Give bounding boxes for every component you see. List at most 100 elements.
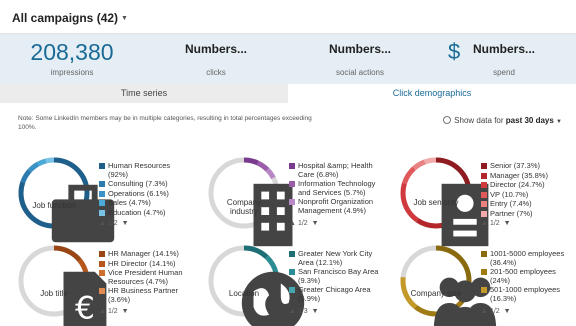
briefcase-icon — [44, 176, 115, 243]
donut-chart: Job seniority — [397, 154, 489, 247]
card-title: Job function — [32, 201, 76, 210]
legend-label: HR Manager (14.1%) — [108, 250, 179, 258]
stat-clicks-value: Numbers... — [184, 42, 247, 56]
legend-label: Consulting (7.3%) — [108, 179, 168, 188]
legend-label: Greater Chicago Area (5.9%) — [298, 285, 371, 303]
next-arrow-icon[interactable]: ▼ — [312, 220, 319, 227]
header-bar: All campaigns (42) ▼ — [0, 0, 576, 34]
next-arrow-icon[interactable]: ▼ — [504, 220, 511, 227]
stat-social-actions-value: Numbers... — [328, 42, 391, 56]
card-job-title: € Job title HR Manager (14.1%) HR Director … — [15, 242, 205, 326]
legend-label: Director (24.7%) — [490, 180, 545, 189]
prev-arrow-icon[interactable]: ▲ — [481, 308, 488, 315]
next-arrow-icon[interactable]: ▼ — [122, 308, 129, 315]
legend-item: San Francisco Bay Area (9.3%) — [289, 267, 379, 285]
donut-chart: Job function — [15, 154, 115, 243]
prev-arrow-icon[interactable]: ▲ — [99, 220, 106, 227]
tab-click-demographics[interactable]: Click demographics — [288, 84, 576, 103]
legend-swatch — [99, 260, 105, 267]
legend-item: VP (10.7%) — [481, 189, 571, 200]
pager[interactable]: ▲ 1/2 ▼ — [481, 220, 513, 227]
card-title: Company industry — [226, 198, 262, 216]
legend-item: HR Director (14.1%) — [99, 259, 189, 269]
legend-label: Partner (7%) — [490, 208, 533, 218]
next-arrow-icon[interactable]: ▼ — [312, 308, 319, 315]
legend-swatch — [481, 269, 487, 275]
legend-swatch — [289, 269, 295, 275]
legend-label: VP (10.7%) — [490, 189, 529, 199]
prev-arrow-icon[interactable]: ▲ — [481, 220, 488, 227]
date-range-value: past 30 days — [505, 116, 554, 125]
legend-swatch — [289, 181, 295, 187]
legend-swatch — [481, 163, 487, 169]
legend-swatch — [99, 200, 105, 206]
date-range-filter[interactable]: Show data for past 30 days ▼ — [443, 116, 562, 125]
legend-item: Greater New York City Area (12.1%) — [289, 250, 379, 267]
legend-swatch — [481, 182, 487, 188]
tab-time-series[interactable]: Time series — [0, 84, 288, 103]
legend-item: Entry (7.4%) — [481, 199, 571, 209]
legend-label: Vice President Human Resources (4.7%) — [108, 268, 183, 286]
legend-swatch — [99, 288, 105, 294]
legend-label: 1001-5000 employees (36.4%) — [490, 250, 565, 267]
card-company-industry: Company industry Hospital &amp; Health Ca… — [205, 154, 395, 247]
legend-item: Information Technology and Services (5.7… — [289, 179, 379, 197]
card-title: Company size — [410, 289, 462, 298]
legend-item: Consulting (7.3%) — [99, 179, 189, 189]
legend-label: 501-1000 employees (16.3%) — [490, 285, 561, 303]
legend-swatch — [289, 163, 295, 169]
donut-chart: Company industry — [205, 154, 293, 247]
prev-arrow-icon[interactable]: ▲ — [289, 308, 296, 315]
legend-swatch — [481, 210, 487, 217]
stat-impressions-value: 208,380 — [30, 39, 114, 65]
legend-item: HR Business Partner (3.6%) — [99, 286, 189, 304]
page-indicator: 1/2 — [107, 308, 118, 315]
legend: 1001-5000 employees (36.4%) 201-500 emplo… — [481, 250, 571, 306]
stat-impressions-label: impressions — [50, 68, 94, 77]
legend: HR Manager (14.1%) HR Director (14.1%) Vic… — [99, 250, 189, 306]
legend-label: Hospital &amp; Health Care (6.8%) — [298, 162, 373, 179]
legend-item: Operations (6.1%) — [99, 188, 189, 199]
stat-social-actions-label: social actions — [335, 68, 385, 77]
globe-icon — [234, 264, 305, 326]
campaign-selector-label: All campaigns (42) — [12, 11, 119, 25]
campaign-selector[interactable]: All campaigns (42) ▼ — [12, 11, 128, 25]
people-icon — [426, 264, 497, 326]
legend-label: Operations (6.1%) — [108, 188, 169, 198]
legend-item: Education (4.7%) — [99, 208, 189, 218]
legend-swatch — [99, 209, 105, 216]
legend-label: Information Technology and Services (5.7… — [298, 179, 376, 197]
stat-clicks-label: clicks — [206, 68, 226, 77]
stat-spend: $ Numbers... spend — [432, 34, 576, 84]
card-job-seniority: Job seniority Senior (37.3%) Manager (35.8… — [397, 154, 576, 247]
next-arrow-icon[interactable]: ▼ — [504, 308, 511, 315]
legend-swatch — [481, 287, 487, 293]
id-card-icon — [426, 176, 489, 247]
legend-item: Manager (35.8%) — [481, 170, 571, 181]
legend-item: Partner (7%) — [481, 208, 571, 219]
legend-swatch — [481, 191, 487, 198]
legend-item: Sales (4.7%) — [99, 198, 189, 208]
legend-swatch — [481, 251, 487, 257]
legend-label: 201-500 employees (24%) — [490, 267, 556, 285]
pager[interactable]: ▲ 1/3 ▼ — [289, 308, 321, 315]
pager[interactable]: ▲ 1/2 ▼ — [99, 308, 131, 315]
pager[interactable]: ▲ 1/2 ▼ — [289, 220, 321, 227]
legend-label: Sales (4.7%) — [108, 198, 151, 207]
legend-label: Manager (35.8%) — [490, 170, 548, 180]
legend: Senior (37.3%) Manager (35.8%) Director (2… — [481, 162, 571, 218]
donut-chart: Company size — [397, 242, 497, 326]
prev-arrow-icon[interactable]: ▲ — [99, 308, 106, 315]
legend-item: 201-500 employees (24%) — [481, 267, 571, 285]
building-icon — [234, 176, 293, 247]
legend-item: Greater Chicago Area (5.9%) — [289, 285, 379, 303]
date-range-prefix: Show data for — [454, 116, 504, 125]
prev-arrow-icon[interactable]: ▲ — [289, 220, 296, 227]
caret-down-icon: ▼ — [121, 15, 128, 23]
legend-swatch — [99, 181, 105, 187]
pager[interactable]: ▲ 1/2 ▼ — [481, 308, 513, 315]
pager[interactable]: ▲ 1/2 ▼ — [99, 220, 131, 227]
page-indicator: 1/2 — [489, 220, 500, 227]
legend-item: Nonprofit Organization Management (4.9%) — [289, 197, 379, 215]
next-arrow-icon[interactable]: ▼ — [122, 220, 129, 227]
